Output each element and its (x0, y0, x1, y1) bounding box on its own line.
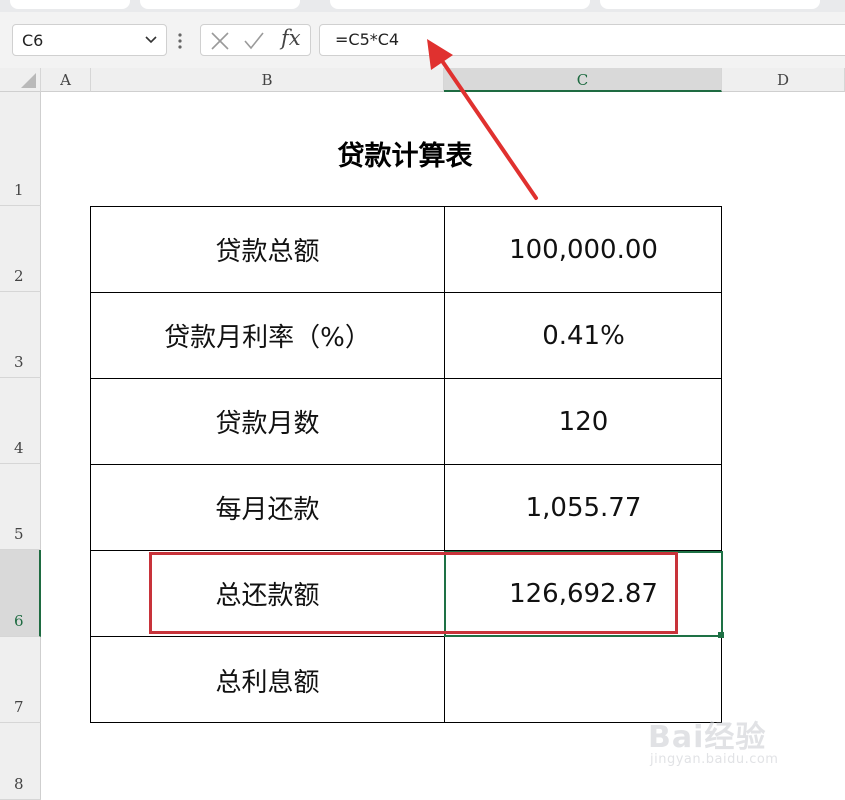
formula-buttons: fx (200, 24, 311, 56)
row-header-6[interactable]: 6 (0, 550, 41, 637)
cell-b2[interactable]: 贷款总额 (91, 207, 444, 292)
corner-triangle-icon (21, 73, 36, 88)
formula-text: =C5*C4 (335, 30, 400, 49)
fill-handle[interactable] (718, 632, 724, 638)
row-header-5[interactable]: 5 (0, 464, 41, 550)
cell-c2[interactable]: 100,000.00 (445, 207, 722, 292)
insert-function-icon[interactable]: fx (281, 26, 301, 50)
window-tab[interactable] (140, 0, 300, 9)
select-all-corner[interactable] (0, 68, 41, 92)
watermark-logo: Bai经验 (648, 720, 767, 755)
row-header-2[interactable]: 2 (0, 206, 41, 292)
row-header-8[interactable]: 8 (0, 723, 41, 800)
more-options-icon[interactable] (176, 30, 184, 52)
cell-b4[interactable]: 贷款月数 (91, 379, 444, 464)
name-box[interactable]: C6 (12, 24, 167, 56)
column-header-d[interactable]: D (722, 68, 845, 92)
watermark: Bai经验 jingyan.baidu.com (648, 712, 838, 780)
cell-c7[interactable] (445, 637, 722, 723)
cell-b7[interactable]: 总利息额 (91, 637, 444, 723)
watermark-url: jingyan.baidu.com (650, 752, 779, 767)
annotation-highlight-box (149, 552, 678, 634)
sheet-title[interactable]: 贷款计算表 (300, 134, 510, 173)
formula-input[interactable]: =C5*C4 (319, 24, 845, 56)
formula-bar-area: C6 fx =C5*C4 (0, 12, 845, 68)
row-header-7[interactable]: 7 (0, 637, 41, 723)
name-box-value: C6 (22, 31, 44, 50)
cell-c5[interactable]: 1,055.77 (445, 465, 722, 550)
cell-c4[interactable]: 120 (445, 379, 722, 464)
cancel-icon[interactable] (209, 30, 231, 52)
enter-check-icon[interactable] (243, 30, 265, 52)
cell-c3[interactable]: 0.41% (445, 293, 722, 378)
chevron-down-icon[interactable] (144, 32, 158, 46)
column-header-a[interactable]: A (41, 68, 91, 92)
column-header-b[interactable]: B (91, 68, 444, 92)
row-header-3[interactable]: 3 (0, 292, 41, 378)
window-tab[interactable] (330, 0, 590, 9)
window-tab[interactable] (600, 0, 820, 9)
row-header-4[interactable]: 4 (0, 378, 41, 464)
window-tab[interactable] (10, 0, 130, 9)
row-header-1[interactable]: 1 (0, 92, 41, 206)
window-tab-strip (0, 0, 845, 12)
cell-b3[interactable]: 贷款月利率（%） (91, 293, 444, 378)
column-header-c[interactable]: C (444, 68, 722, 92)
cell-b5[interactable]: 每月还款 (91, 465, 444, 550)
